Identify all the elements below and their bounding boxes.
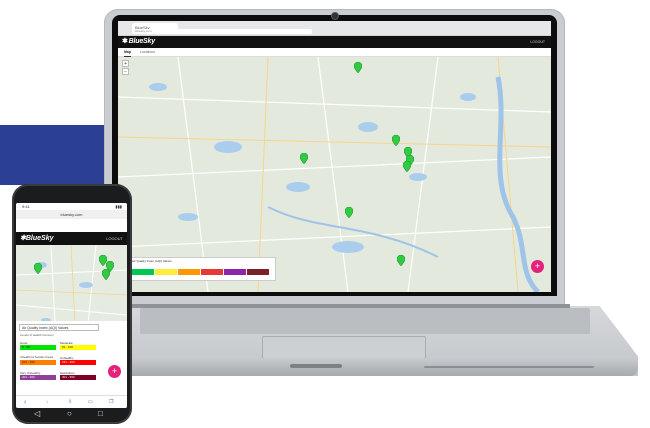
tab-map[interactable]: Map: [124, 48, 131, 57]
webcam-icon: [332, 13, 338, 19]
bluesky-logo[interactable]: ✱BlueSky: [20, 232, 54, 245]
panel-subtitle: Levels of Health Concern: [20, 333, 54, 337]
phone-toolbar: [16, 219, 127, 232]
aqi-level-range: 201 - 300: [20, 375, 56, 380]
address-bar[interactable]: bluesky.com: [132, 29, 312, 34]
legend-title: Air Quality Index (AQI) Values: [132, 259, 172, 263]
tab-locations[interactable]: Locations: [140, 48, 155, 56]
forward-arrow-icon[interactable]: ›: [46, 398, 48, 407]
android-recents-icon[interactable]: □: [98, 409, 103, 419]
map-marker-icon[interactable]: [392, 135, 400, 146]
aqi-level-range: 0 - 50: [20, 345, 56, 350]
phone-app-header: ✱BlueSky LOGOUT: [16, 232, 127, 245]
view-tabs: Map Locations: [118, 48, 551, 57]
phone-status-bar: 9:41 ▮▮▮: [16, 203, 127, 210]
aqi-level-range: 301 - 500: [60, 375, 96, 380]
zoom-out-button[interactable]: −: [122, 68, 129, 75]
logout-link[interactable]: LOGOUT: [106, 232, 123, 245]
laptop-slot: [424, 366, 594, 368]
map-marker-icon[interactable]: [345, 207, 353, 218]
map-marker-icon[interactable]: [403, 161, 411, 172]
tabs-icon[interactable]: ❐: [109, 398, 113, 407]
logout-link[interactable]: LOGOUT: [530, 36, 545, 48]
product-scene: BlueSky bluesky.com ✱BlueSky LOGOUT Map …: [0, 0, 650, 428]
laptop-lid-notch: [290, 364, 342, 368]
bookmarks-icon[interactable]: ▭: [88, 398, 93, 407]
laptop-keyboard: [140, 308, 590, 334]
android-home-icon[interactable]: ○: [67, 409, 72, 419]
zoom-in-button[interactable]: +: [122, 60, 129, 67]
aqi-legend: Air Quality Index (AQI) Values: [128, 257, 276, 281]
status-time: 9:41: [22, 204, 30, 209]
aqi-level-range: 51 - 100: [60, 345, 96, 350]
add-location-button[interactable]: +: [531, 260, 544, 273]
add-location-button[interactable]: +: [108, 365, 121, 378]
legend-swatch: [201, 269, 223, 275]
battery-icon: ▮▮▮: [115, 204, 122, 209]
map-marker-icon[interactable]: [354, 62, 362, 73]
legend-swatches: [132, 269, 269, 275]
app-header: ✱BlueSky LOGOUT: [118, 36, 551, 48]
map-marker-icon[interactable]: [397, 255, 405, 266]
aqi-level-range: 151 - 200: [60, 360, 96, 365]
aqi-select[interactable]: Air Quality Index (AQI) Values: [19, 324, 99, 331]
laptop-screen: BlueSky bluesky.com ✱BlueSky LOGOUT Map …: [118, 21, 551, 292]
legend-swatch: [224, 269, 246, 275]
browser-chrome: BlueSky bluesky.com: [118, 21, 551, 36]
aqi-level-range: 101 - 150: [20, 360, 56, 365]
back-arrow-icon[interactable]: ‹: [24, 398, 26, 407]
bluesky-logo[interactable]: ✱BlueSky: [122, 37, 155, 47]
logo-text: BlueSky: [25, 235, 54, 242]
android-back-icon[interactable]: ◁: [34, 409, 40, 419]
map-marker-icon[interactable]: [102, 269, 110, 280]
legend-swatch: [247, 269, 269, 275]
logo-text: BlueSky: [128, 38, 155, 45]
legend-swatch: [178, 269, 200, 275]
phone-system-nav: ◁ ○ □: [24, 407, 119, 421]
share-icon[interactable]: ⇪: [68, 398, 72, 407]
aqi-level-label: Unhealthy for Sensitive Groups: [20, 356, 54, 359]
map-marker-icon[interactable]: [300, 153, 308, 164]
laptop-trackpad: [262, 336, 426, 360]
aqi-legend-panel: Air Quality Index (AQI) Values Levels of…: [16, 321, 127, 395]
phone-screen: 9:41 ▮▮▮ bluesky.com ✱BlueSky LOGOUT Air…: [16, 203, 127, 408]
map-marker-icon[interactable]: [34, 263, 42, 274]
legend-swatch: [155, 269, 177, 275]
map-canvas[interactable]: + − Air Quality Index (AQI) Values +: [118, 56, 551, 292]
legend-swatch: [132, 269, 154, 275]
star-logo-icon: ✱: [122, 38, 128, 45]
